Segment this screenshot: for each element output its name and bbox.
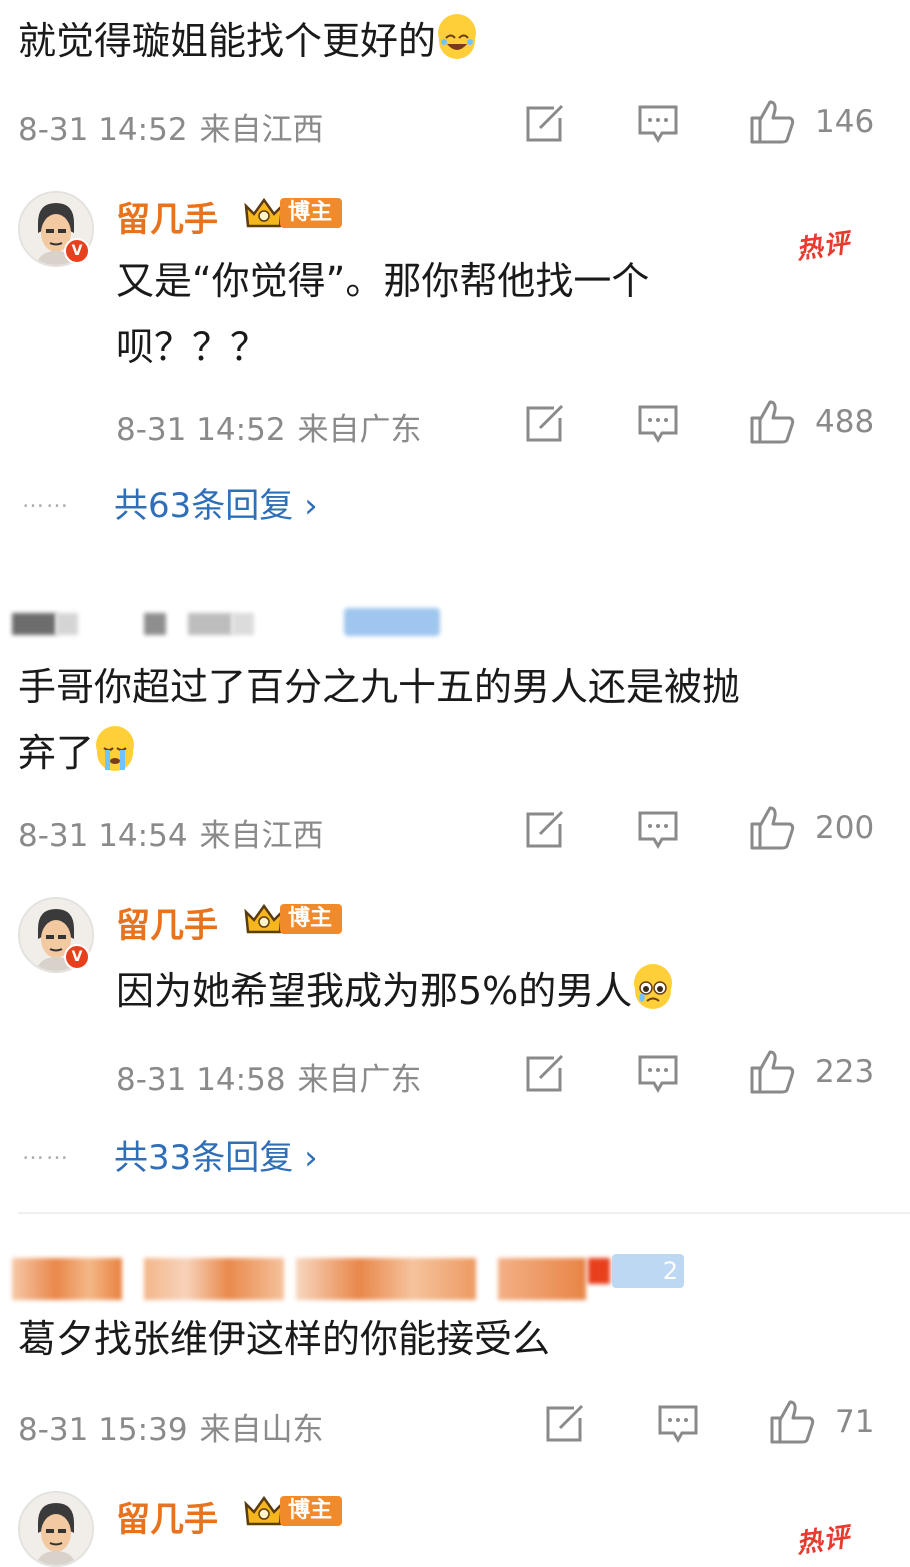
- blogger-badge: 博主: [242, 1494, 343, 1528]
- blurred-username: [588, 1258, 610, 1284]
- like-count: 200: [815, 810, 875, 846]
- blurred-username: [232, 613, 254, 635]
- timestamp: 8-31 15:39: [18, 1412, 188, 1448]
- blurred-username: [296, 1258, 476, 1300]
- blurred-username: [144, 613, 166, 635]
- like-count: 71: [835, 1404, 875, 1440]
- timestamp: 8-31 14:52: [116, 412, 286, 448]
- blurred-username: [12, 613, 56, 635]
- author-name[interactable]: 留几手: [116, 1492, 218, 1541]
- verified-badge-icon: V: [64, 238, 90, 264]
- blogger-badge: 博主: [242, 196, 343, 230]
- reply-text-line1: 又是“你觉得”。那你帮他找一个: [116, 259, 650, 303]
- timestamp: 8-31 14:54: [18, 818, 188, 854]
- blogger-badge: 博主: [242, 902, 343, 936]
- like-icon[interactable]: [768, 1398, 816, 1446]
- comment-icon[interactable]: [657, 1404, 699, 1444]
- view-replies-link[interactable]: 共63条回复 ›: [114, 478, 318, 527]
- divider: [18, 1212, 910, 1214]
- share-icon[interactable]: [524, 404, 566, 444]
- like-icon[interactable]: [748, 1048, 796, 1096]
- share-icon[interactable]: [524, 104, 566, 144]
- blurred-username: [56, 613, 78, 635]
- author-name[interactable]: 留几手: [116, 192, 218, 241]
- comment-icon[interactable]: [637, 104, 679, 144]
- comment-text: 葛夕找张维伊这样的你能接受么: [18, 1317, 551, 1361]
- hot-comment-label: 热评: [794, 228, 853, 266]
- comment-icon[interactable]: [637, 404, 679, 444]
- level-badge: 2: [612, 1254, 684, 1288]
- reply-meta: 8-31 14:58 来自广东: [116, 1054, 422, 1099]
- reply-text-line2: 呗？？？: [116, 325, 269, 369]
- blurred-username: [498, 1258, 586, 1300]
- like-icon[interactable]: [748, 98, 796, 146]
- comment-text-line2: 弃了: [18, 720, 135, 786]
- like-count: 488: [815, 404, 875, 440]
- comment-icon[interactable]: [637, 810, 679, 850]
- location: 来自江西: [199, 818, 324, 854]
- comment-meta: 8-31 14:54 来自江西: [18, 810, 324, 855]
- view-replies-link[interactable]: 共33条回复 ›: [114, 1130, 318, 1179]
- blurred-username: [144, 1258, 284, 1300]
- comment-meta: 8-31 15:39 来自山东: [18, 1404, 324, 1449]
- like-icon[interactable]: [748, 398, 796, 446]
- avatar[interactable]: [18, 1491, 94, 1567]
- comment-text: 就觉得璇姐能找个更好的: [18, 8, 477, 74]
- location: 来自广东: [297, 412, 422, 448]
- replies-dots: ……: [22, 488, 70, 513]
- share-icon[interactable]: [544, 1404, 586, 1444]
- blurred-username: [12, 1258, 122, 1300]
- verified-badge-icon: V: [64, 944, 90, 970]
- hot-comment-label: 热评: [794, 1522, 853, 1560]
- reply-text: 因为她希望我成为那5%的男人: [116, 958, 673, 1024]
- like-icon[interactable]: [748, 804, 796, 852]
- share-icon[interactable]: [524, 810, 566, 850]
- comment-meta: 8-31 14:52 来自江西: [18, 104, 324, 149]
- location: 来自山东: [199, 1412, 324, 1448]
- blurred-level-badge: [344, 608, 440, 636]
- blurred-username: [188, 613, 232, 635]
- replies-dots: ……: [22, 1140, 70, 1165]
- comment-icon[interactable]: [637, 1054, 679, 1094]
- timestamp: 8-31 14:58: [116, 1062, 286, 1098]
- like-count: 146: [815, 104, 875, 140]
- location: 来自江西: [199, 112, 324, 148]
- laugh-cry-emoji-icon: [438, 14, 477, 59]
- author-name[interactable]: 留几手: [116, 898, 218, 947]
- crying-emoji-icon: [96, 726, 135, 771]
- timestamp: 8-31 14:52: [18, 112, 188, 148]
- like-count: 223: [815, 1054, 875, 1090]
- location: 来自广东: [297, 1062, 422, 1098]
- teary-emoji-icon: [634, 964, 673, 1009]
- share-icon[interactable]: [524, 1054, 566, 1094]
- comment-text-line1: 手哥你超过了百分之九十五的男人还是被抛: [18, 665, 741, 709]
- reply-meta: 8-31 14:52 来自广东: [116, 404, 422, 449]
